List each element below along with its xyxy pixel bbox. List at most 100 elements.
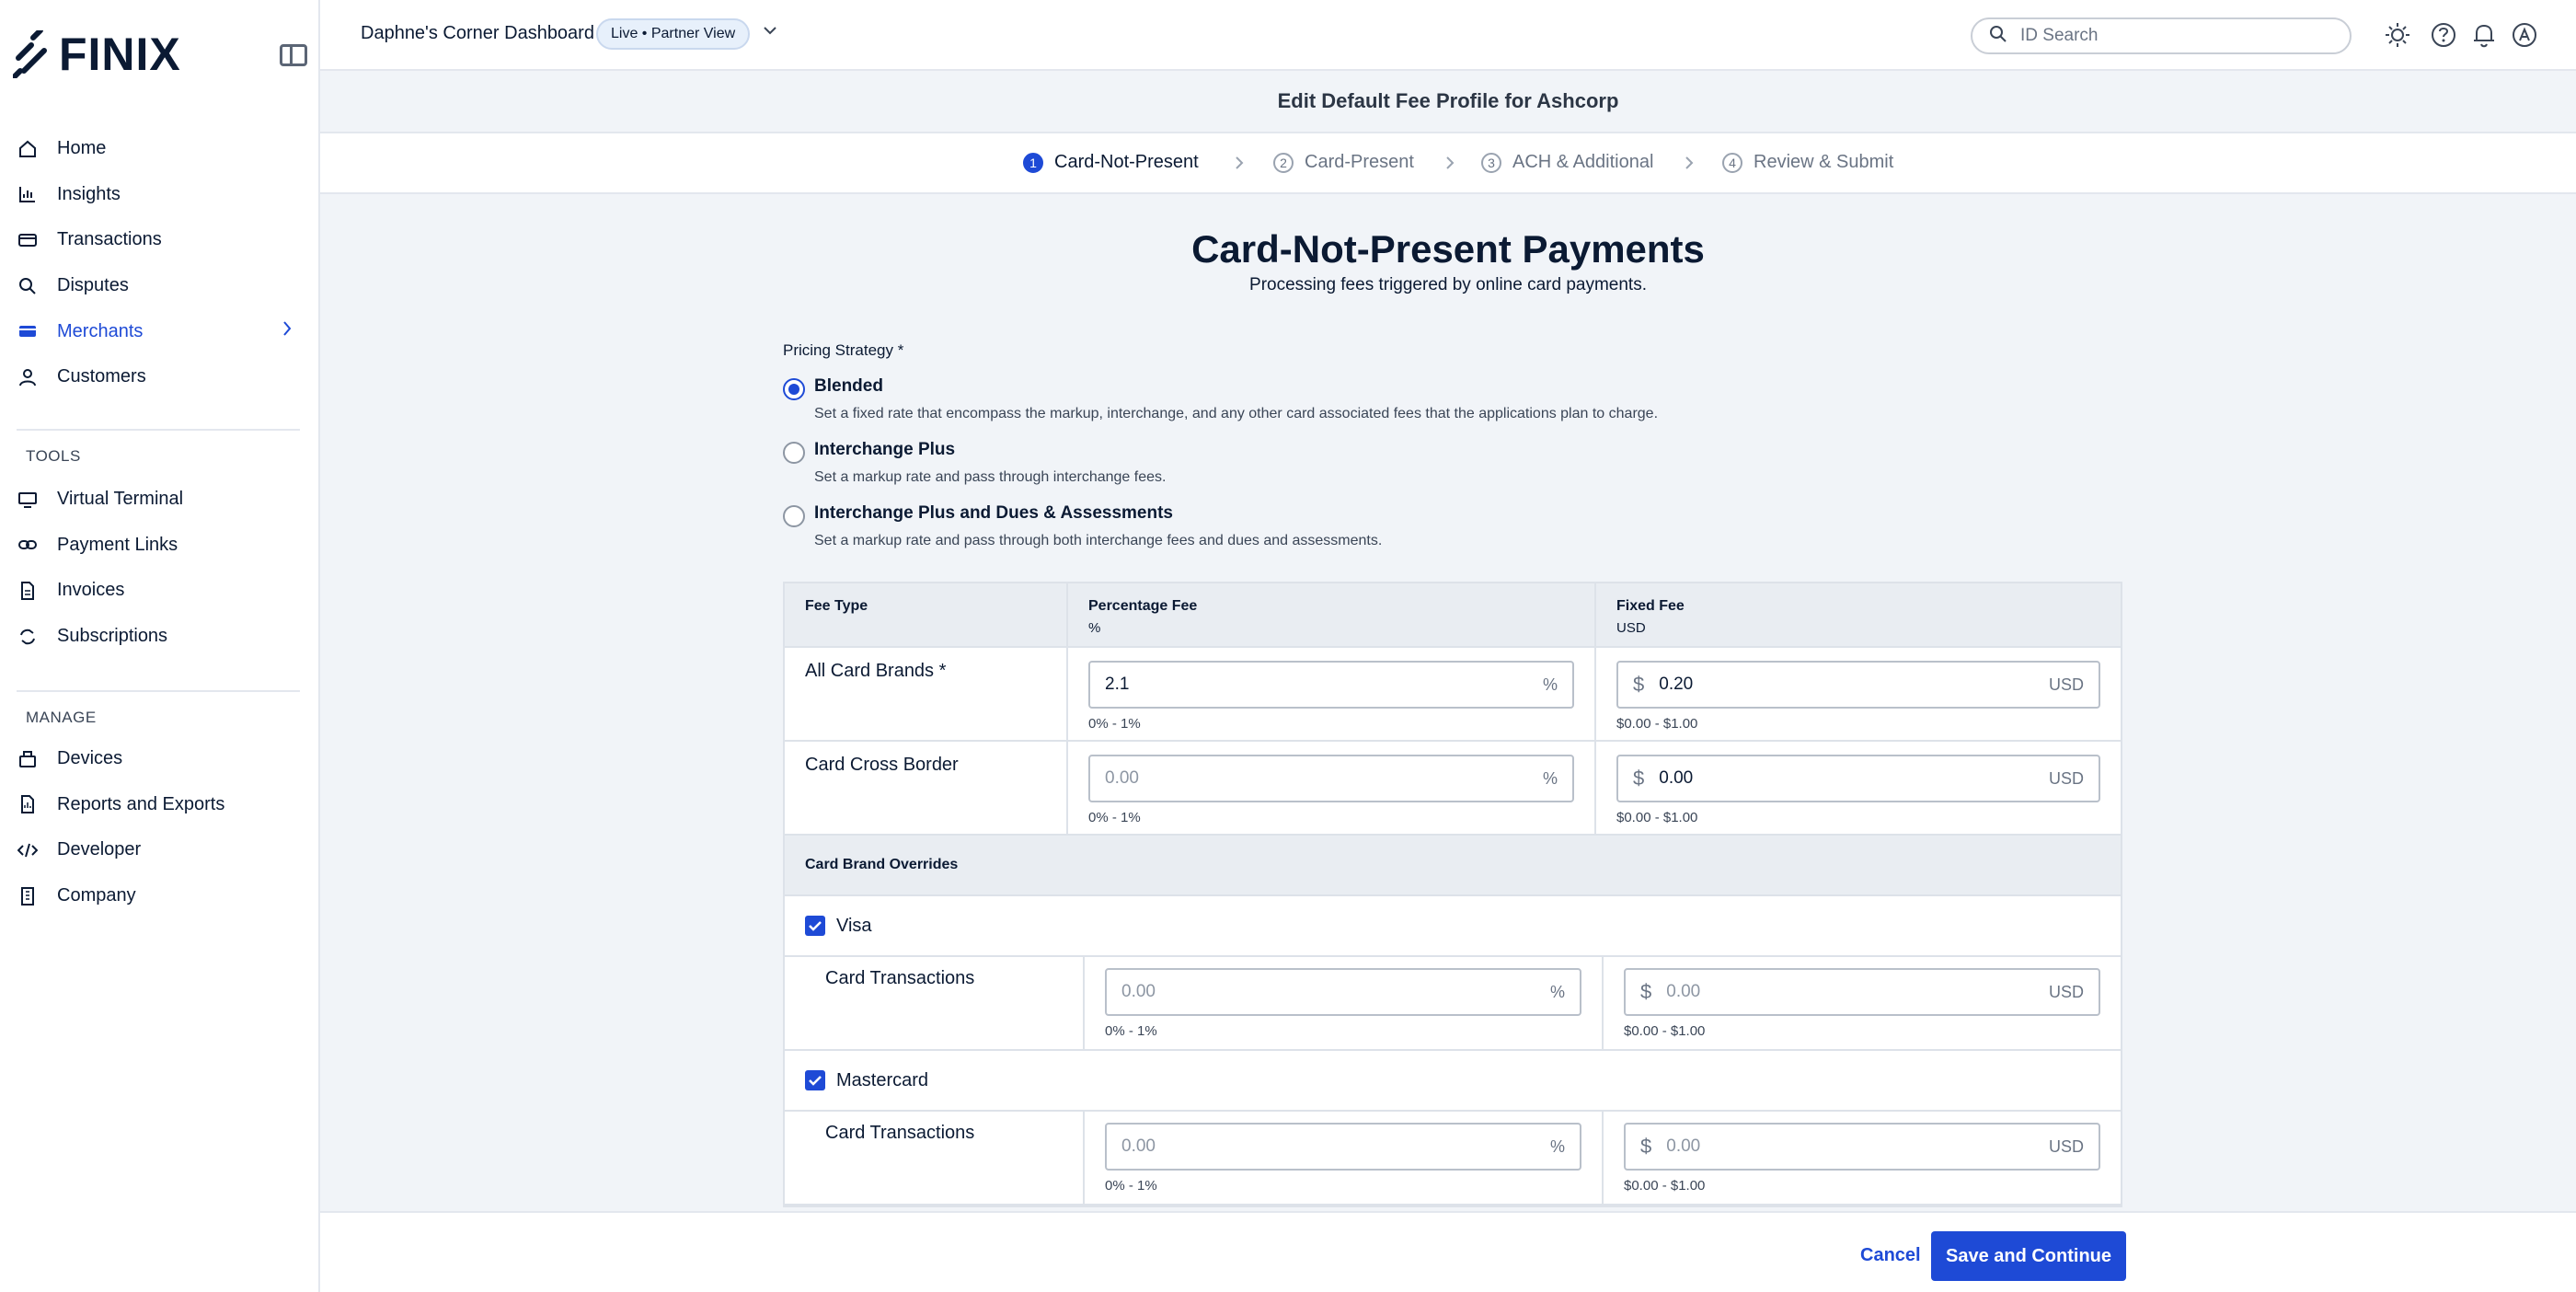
step-label: ACH & Additional [1512, 152, 1654, 172]
range-hint: 0% - 1% [1088, 716, 1141, 732]
radio-button[interactable] [783, 378, 805, 400]
range-hint: $0.00 - $1.00 [1616, 810, 1698, 825]
radio-button[interactable] [783, 505, 805, 527]
header-fixed-fee: Fixed Fee USD [1596, 583, 2121, 646]
radio-interchange-plus[interactable]: Interchange Plus Set a markup rate and p… [783, 440, 1166, 486]
sidebar-item-insights[interactable]: Insights [0, 172, 320, 218]
radio-blended[interactable]: Blended Set a fixed rate that encompass … [783, 376, 1658, 422]
sidebar-item-devices[interactable]: Devices [0, 736, 320, 782]
help-icon[interactable] [2429, 20, 2458, 50]
header-percentage-fee: Percentage Fee % [1068, 583, 1596, 646]
brand-row-mastercard[interactable]: Mastercard [785, 1051, 2121, 1112]
all-card-brands-fixed-input[interactable] [1659, 675, 2049, 695]
all-card-brands-percentage-input[interactable] [1105, 675, 1543, 695]
collapse-sidebar-icon[interactable] [280, 44, 307, 66]
step-card-not-present[interactable]: 1 Card-Not-Present [1023, 152, 1199, 173]
dashboard-title[interactable]: Daphne's Corner Dashboard [361, 23, 594, 44]
sidebar-item-disputes[interactable]: Disputes [0, 263, 320, 309]
percentage-field[interactable]: % [1088, 661, 1574, 709]
cancel-button[interactable]: Cancel [1840, 1231, 1941, 1279]
cross-border-fixed-input[interactable] [1659, 768, 2049, 789]
step-number: 2 [1273, 152, 1294, 173]
theme-toggle-icon[interactable] [2383, 20, 2412, 50]
sidebar-item-transactions[interactable]: Transactions [0, 217, 320, 263]
sidebar-item-reports[interactable]: Reports and Exports [0, 782, 320, 828]
sidebar-item-merchants[interactable]: Merchants [0, 308, 320, 354]
radio-description: Set a markup rate and pass through both … [814, 533, 1383, 548]
card-icon [17, 229, 39, 251]
step-card-present[interactable]: 2 Card-Present [1273, 152, 1414, 173]
header-unit: USD [1616, 620, 1646, 636]
mastercard-percentage-input[interactable] [1121, 1136, 1550, 1157]
percentage-cell: % 0% - 1% [1068, 742, 1596, 834]
chevron-right-icon [1234, 154, 1245, 177]
sidebar-item-virtual-terminal[interactable]: Virtual Terminal [0, 477, 320, 523]
tools-nav: Virtual Terminal Payment Links Invoices … [0, 477, 320, 659]
visa-percentage-input[interactable] [1121, 982, 1550, 1002]
bell-icon[interactable] [2469, 20, 2499, 50]
search-input[interactable] [2020, 26, 2333, 46]
percentage-field[interactable]: % [1088, 755, 1574, 802]
logo-text: FINIX [59, 29, 181, 80]
sidebar-item-payment-links[interactable]: Payment Links [0, 523, 320, 569]
finix-logo[interactable]: FINIX [13, 28, 181, 81]
fixed-cell: $ USD $0.00 - $1.00 [1604, 1112, 2121, 1204]
chevron-down-icon[interactable] [762, 24, 778, 41]
mastercard-checkbox[interactable] [805, 1070, 825, 1090]
sidebar-item-label: Payment Links [57, 534, 178, 555]
mastercard-fixed-input[interactable] [1666, 1136, 2049, 1157]
sidebar-item-customers[interactable]: Customers [0, 354, 320, 400]
sidebar: FINIX Home Insights Transactions Dispute… [0, 0, 320, 1292]
currency-suffix: USD [2048, 982, 2084, 1001]
cross-border-percentage-input[interactable] [1105, 768, 1543, 789]
radio-button[interactable] [783, 442, 805, 464]
fixed-field[interactable]: $ USD [1624, 968, 2100, 1016]
account-icon[interactable] [2510, 20, 2539, 50]
fixed-cell: $ USD $0.00 - $1.00 [1604, 957, 2121, 1049]
section-subtitle: Processing fees triggered by online card… [1249, 275, 1647, 294]
radio-interchange-plus-dues[interactable]: Interchange Plus and Dues & Assessments … [783, 503, 1382, 549]
sidebar-item-invoices[interactable]: Invoices [0, 568, 320, 614]
tools-section-label: TOOLS [26, 447, 81, 465]
brand-row-visa[interactable]: Visa [785, 896, 2121, 957]
step-number: 1 [1023, 152, 1043, 173]
report-icon [17, 793, 39, 815]
sidebar-item-company[interactable]: Company [0, 873, 320, 919]
top-bar: Daphne's Corner Dashboard Live • Partner… [320, 0, 2576, 71]
sidebar-item-developer[interactable]: Developer [0, 827, 320, 873]
step-number: 4 [1722, 152, 1742, 173]
save-and-continue-button[interactable]: Save and Continue [1931, 1231, 2126, 1281]
sidebar-item-label: Virtual Terminal [57, 489, 184, 510]
pricing-strategy-label: Pricing Strategy * [783, 341, 904, 359]
step-ach-additional[interactable]: 3 ACH & Additional [1481, 152, 1653, 173]
brand-label: Visa [836, 915, 872, 936]
percentage-field[interactable]: % [1105, 1123, 1581, 1171]
fixed-field[interactable]: $ USD [1616, 755, 2100, 802]
finix-logo-icon [13, 30, 47, 78]
sidebar-item-label: Developer [57, 839, 142, 860]
building-icon [17, 885, 39, 907]
percentage-field[interactable]: % [1105, 968, 1581, 1016]
user-icon [17, 366, 39, 388]
percent-suffix: % [1549, 982, 1565, 1001]
fixed-field[interactable]: $ USD [1624, 1123, 2100, 1171]
search-box[interactable] [1971, 17, 2352, 54]
sidebar-item-subscriptions[interactable]: Subscriptions [0, 614, 320, 660]
chevron-right-icon [1444, 154, 1455, 177]
sidebar-item-label: Devices [57, 748, 123, 769]
header-label: Fixed Fee [1616, 598, 1685, 614]
refresh-icon [17, 626, 39, 648]
currency-suffix: USD [2048, 1136, 2084, 1156]
step-label: Card-Present [1305, 152, 1414, 172]
chevron-right-icon [282, 319, 293, 343]
radio-label: Blended [814, 376, 883, 396]
currency-prefix: $ [1633, 673, 1645, 696]
sidebar-divider [17, 429, 300, 431]
visa-fixed-input[interactable] [1666, 982, 2049, 1002]
fixed-field[interactable]: $ USD [1616, 661, 2100, 709]
range-hint: 0% - 1% [1105, 1178, 1157, 1194]
step-review-submit[interactable]: 4 Review & Submit [1722, 152, 1893, 173]
visa-checkbox[interactable] [805, 916, 825, 936]
header-label: Percentage Fee [1088, 598, 1198, 614]
sidebar-item-home[interactable]: Home [0, 126, 320, 172]
